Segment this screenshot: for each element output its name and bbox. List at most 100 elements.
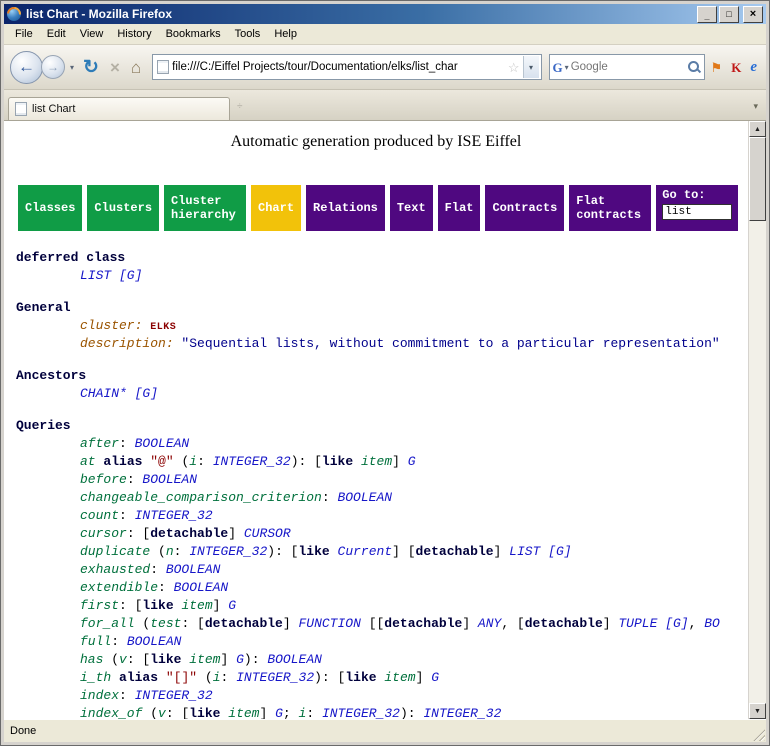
code-token: like <box>345 670 376 685</box>
addon-flag-icon[interactable]: ⚑ <box>708 61 726 74</box>
maximize-button[interactable]: □ <box>719 6 739 23</box>
stop-button[interactable]: × <box>106 59 124 76</box>
chart-button-contracts[interactable]: Contracts <box>485 185 564 231</box>
code-token: INTEGER_32 <box>236 670 314 685</box>
menu-item-tools[interactable]: Tools <box>228 26 268 42</box>
chart-button-flat[interactable]: Flat <box>438 185 481 231</box>
forward-button[interactable]: → <box>41 55 65 79</box>
menu-item-bookmarks[interactable]: Bookmarks <box>159 26 228 42</box>
scrollbar-thumb[interactable] <box>749 137 766 221</box>
menu-item-view[interactable]: View <box>73 26 111 42</box>
close-button[interactable]: × <box>743 6 763 23</box>
code-token: G <box>431 670 439 685</box>
code-token: : <box>322 490 338 505</box>
code-line: for_all (test: [detachable] FUNCTION [[d… <box>16 615 748 633</box>
chart-button-cluster-hierarchy[interactable]: Cluster hierarchy <box>164 185 246 231</box>
code-token: ] <box>260 706 276 719</box>
menu-item-file[interactable]: File <box>8 26 40 42</box>
code-token: v <box>119 652 127 667</box>
scrollbar-track[interactable] <box>749 137 766 703</box>
code-token: INTEGER_32 <box>189 544 267 559</box>
chart-button-flat-contracts[interactable]: Flat contracts <box>569 185 651 231</box>
code-token: General <box>16 300 71 315</box>
code-line: full: BOOLEAN <box>16 633 748 651</box>
nav-toolbar: ← → ▾ ↻ × ⌂ ☆ ▾ G ▾ ⚑ K e <box>4 45 766 90</box>
chart-button-label: Classes <box>25 201 75 215</box>
minimize-button[interactable]: _ <box>697 6 717 23</box>
search-icon[interactable] <box>687 60 701 74</box>
goto-input[interactable] <box>662 204 732 220</box>
chart-button-label: Chart <box>258 201 294 215</box>
bookmark-star-icon[interactable]: ☆ <box>508 61 520 74</box>
code-token: : [ <box>119 598 142 613</box>
vertical-scrollbar[interactable]: ▲ ▼ <box>748 121 766 719</box>
title-bar[interactable]: list Chart - Mozilla Firefox _ □ × <box>4 4 766 24</box>
chart-button-clusters[interactable]: Clusters <box>87 185 159 231</box>
scroll-up-button[interactable]: ▲ <box>749 121 766 137</box>
chart-button-label: Contracts <box>492 201 557 215</box>
history-dropdown-button[interactable]: ▾ <box>68 63 76 72</box>
menu-bar: FileEditViewHistoryBookmarksToolsHelp <box>4 24 766 45</box>
search-bar[interactable]: G ▾ <box>549 54 705 80</box>
code-token: : <box>158 580 174 595</box>
code-token: ): [ <box>291 454 322 469</box>
google-engine-icon[interactable]: G <box>553 61 563 74</box>
code-token: ] <box>392 454 408 469</box>
code-token: CURSOR <box>244 526 291 541</box>
menu-item-history[interactable]: History <box>110 26 158 42</box>
code-line: before: BOOLEAN <box>16 471 748 489</box>
chart-button-label: Flat contracts <box>576 194 644 223</box>
code-token: "@" <box>150 454 173 469</box>
code-token: ): <box>400 706 423 719</box>
chart-button-classes[interactable]: Classes <box>18 185 82 231</box>
code-token: after <box>80 436 119 451</box>
code-token: Current <box>338 544 393 559</box>
addon-ie-icon[interactable]: e <box>747 60 760 75</box>
scroll-down-button[interactable]: ▼ <box>749 703 766 719</box>
url-bar[interactable]: ☆ ▾ <box>152 54 541 80</box>
tab-list-chart[interactable]: list Chart <box>8 97 230 120</box>
chart-button-label: Flat <box>445 201 474 215</box>
addon-k-icon[interactable]: K <box>728 61 744 74</box>
code-token: ] <box>494 544 510 559</box>
code-line <box>16 403 748 417</box>
code-token: G <box>408 454 416 469</box>
back-arrow-icon: ← <box>18 57 35 77</box>
back-button[interactable]: ← <box>10 51 43 84</box>
code-token <box>330 544 338 559</box>
code-token: like <box>142 598 173 613</box>
code-token: BOOLEAN <box>127 634 182 649</box>
chart-toolbar: Classes ClustersCluster hierarchy Chart Rel… <box>18 185 748 231</box>
code-token: INTEGER_32 <box>135 508 213 523</box>
search-engine-dropdown-icon[interactable]: ▾ <box>565 63 569 72</box>
code-token: n <box>166 544 174 559</box>
resize-grip-icon[interactable] <box>752 728 765 741</box>
code-line: duplicate (n: INTEGER_32): [like Current… <box>16 543 748 561</box>
chart-button-relations[interactable]: Relations <box>306 185 385 231</box>
minimize-icon: _ <box>704 12 709 21</box>
home-button[interactable]: ⌂ <box>127 59 145 76</box>
url-dropdown-button[interactable]: ▾ <box>523 56 539 78</box>
code-token: Queries <box>16 418 71 433</box>
code-token: INTEGER_32 <box>213 454 291 469</box>
list-all-tabs-button[interactable]: ▾ <box>749 101 762 112</box>
code-line: deferred class <box>16 249 748 267</box>
refresh-button[interactable]: ↻ <box>79 58 103 77</box>
code-token: BOOLEAN <box>267 652 322 667</box>
code-token: count <box>80 508 119 523</box>
status-text: Done <box>10 725 36 737</box>
status-bar: Done <box>4 719 766 742</box>
code-token: alias <box>103 454 142 469</box>
code-token: BOOLEAN <box>135 436 190 451</box>
url-input[interactable] <box>172 61 505 73</box>
code-token: ; <box>283 706 299 719</box>
code-token: i_th <box>80 670 111 685</box>
menu-item-help[interactable]: Help <box>267 26 304 42</box>
chart-button-chart[interactable]: Chart <box>251 185 301 231</box>
code-token: : <box>111 634 127 649</box>
search-input[interactable] <box>571 61 685 73</box>
menu-item-edit[interactable]: Edit <box>40 26 73 42</box>
code-token: detachable <box>150 526 228 541</box>
code-token: v <box>158 706 166 719</box>
chart-button-text[interactable]: Text <box>390 185 433 231</box>
